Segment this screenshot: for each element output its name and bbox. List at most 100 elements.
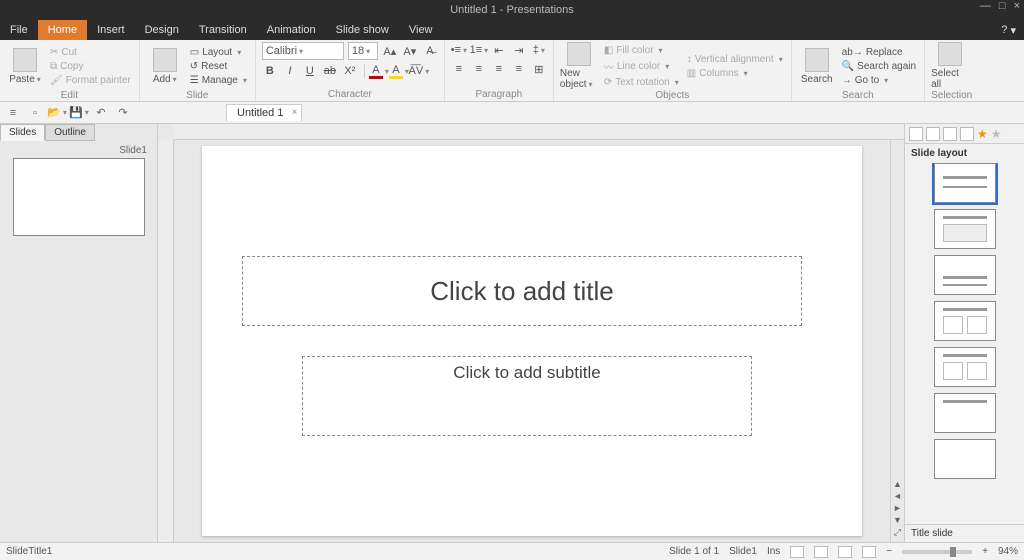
layout-tab-icon-4[interactable] <box>960 127 974 141</box>
layout-tab-icon-3[interactable] <box>943 127 957 141</box>
ribbon-group-selection: Select all Selection <box>925 40 978 101</box>
status-view-outline-icon[interactable] <box>814 546 828 558</box>
window-max-button[interactable]: □ <box>999 0 1006 12</box>
tab-slides[interactable]: Slides <box>0 124 45 141</box>
align-justify-button[interactable]: ≡ <box>511 61 527 77</box>
format-painter-button[interactable]: 🖌 Format painter <box>48 74 133 87</box>
qat-bullets-icon[interactable]: ≡ <box>4 104 22 122</box>
tab-outline[interactable]: Outline <box>45 124 95 141</box>
line-spacing-button[interactable]: ‡ <box>531 42 547 58</box>
vertical-align-button[interactable]: ↕ Vertical alignment <box>685 53 785 66</box>
layout-thumb-blank[interactable] <box>934 439 996 479</box>
menu-view[interactable]: View <box>399 20 443 40</box>
strike-button[interactable]: ab <box>322 63 338 79</box>
window-min-button[interactable]: — <box>980 0 991 12</box>
scroll-up-icon[interactable]: ▲ <box>893 479 902 489</box>
line-color-button[interactable]: 〰 Line color <box>602 58 681 75</box>
slide-layout-button[interactable]: ▭ Layout <box>188 46 249 59</box>
qat-redo-icon[interactable]: ↷ <box>114 104 132 122</box>
layout-thumb-title-slide[interactable] <box>934 163 996 203</box>
horizontal-ruler[interactable] <box>174 124 904 140</box>
subtitle-placeholder[interactable]: Click to add subtitle <box>302 356 752 436</box>
menu-animation[interactable]: Animation <box>257 20 326 40</box>
superscript-button[interactable]: X² <box>342 63 358 79</box>
zoom-level[interactable]: 94% <box>998 546 1018 557</box>
clear-format-button[interactable]: A̶ <box>422 43 438 59</box>
align-left-button[interactable]: ≡ <box>451 61 467 77</box>
numbering-button[interactable]: 1≡ <box>471 42 487 58</box>
fill-color-button[interactable]: ◧ Fill color <box>602 44 681 57</box>
copy-button[interactable]: ⧉ Copy <box>48 60 133 73</box>
layout-tab-icon-2[interactable] <box>926 127 940 141</box>
underline-button[interactable]: U <box>302 63 318 79</box>
outdent-button[interactable]: ⇤ <box>491 42 507 58</box>
paste-button[interactable]: Paste <box>6 42 44 90</box>
align-right-button[interactable]: ≡ <box>491 61 507 77</box>
font-color-button[interactable]: A <box>371 63 387 79</box>
slide-thumbnail-list: Slide1 <box>0 141 157 542</box>
shrink-font-button[interactable]: A▾ <box>402 43 418 59</box>
text-rotation-button[interactable]: ⟳ Text rotation <box>602 76 681 89</box>
scroll-next-icon[interactable]: ► <box>893 503 902 513</box>
menu-file[interactable]: File <box>0 20 38 40</box>
slide-reset-button[interactable]: ↺ Reset <box>188 60 249 73</box>
italic-button[interactable]: I <box>282 63 298 79</box>
menu-transition[interactable]: Transition <box>189 20 257 40</box>
layout-thumb-title-only[interactable] <box>934 393 996 433</box>
search-again-button[interactable]: 🔍 Search again <box>840 60 918 73</box>
tabs-button[interactable]: ⊞ <box>531 61 547 77</box>
replace-button[interactable]: ab→ Replace <box>840 46 918 59</box>
qat-save-icon[interactable]: 💾 <box>70 104 88 122</box>
status-view-sorter-icon[interactable] <box>838 546 852 558</box>
zoom-slider[interactable] <box>902 550 972 554</box>
menu-help[interactable]: ? ▾ <box>993 20 1024 40</box>
menu-home[interactable]: Home <box>38 20 87 40</box>
app-title: Untitled 1 - Presentations <box>450 4 574 16</box>
layout-thumb-comparison[interactable] <box>934 347 996 387</box>
zoom-out-button[interactable]: − <box>886 546 892 557</box>
qat-open-icon[interactable]: 📂 <box>48 104 66 122</box>
status-view-show-icon[interactable] <box>862 546 876 558</box>
indent-button[interactable]: ⇥ <box>511 42 527 58</box>
zoom-in-button[interactable]: + <box>982 546 988 557</box>
layout-tab-icon-1[interactable] <box>909 127 923 141</box>
star-outline-icon[interactable]: ★ <box>991 127 1002 141</box>
layout-thumb-section-header[interactable] <box>934 255 996 295</box>
search-button[interactable]: Search <box>798 42 836 90</box>
status-view-normal-icon[interactable] <box>790 546 804 558</box>
add-slide-button[interactable]: Add <box>146 42 184 90</box>
char-spacing-button[interactable]: A͞V <box>411 63 427 79</box>
qat-undo-icon[interactable]: ↶ <box>92 104 110 122</box>
grow-font-button[interactable]: A▴ <box>382 43 398 59</box>
qat-new-icon[interactable]: ▫ <box>26 104 44 122</box>
new-object-button[interactable]: New object <box>560 42 598 90</box>
vertical-ruler[interactable] <box>158 140 174 542</box>
star-icon[interactable]: ★ <box>977 127 988 141</box>
title-placeholder[interactable]: Click to add title <box>242 256 802 326</box>
layout-thumb-title-content[interactable] <box>934 209 996 249</box>
scroll-prev-icon[interactable]: ◄ <box>893 491 902 501</box>
bullets-button[interactable]: •≡ <box>451 42 467 58</box>
align-center-button[interactable]: ≡ <box>471 61 487 77</box>
bold-button[interactable]: B <box>262 63 278 79</box>
zoom-fit-icon[interactable]: ⤢ <box>894 527 901 538</box>
document-tab[interactable]: Untitled 1 × <box>226 104 302 121</box>
highlight-color-button[interactable]: A <box>391 63 407 79</box>
scroll-down-icon[interactable]: ▼ <box>893 515 902 525</box>
editor-scrollbar[interactable]: ▲ ◄ ► ▼ ⤢ <box>890 140 904 542</box>
slide-canvas[interactable]: Click to add title Click to add subtitle <box>202 146 862 536</box>
layout-thumb-two-content[interactable] <box>934 301 996 341</box>
slide-thumbnail-1[interactable] <box>13 158 145 236</box>
columns-button[interactable]: ▥ Columns <box>685 67 785 80</box>
select-all-button[interactable]: Select all <box>931 42 969 90</box>
goto-button[interactable]: → Go to <box>840 74 918 87</box>
menu-insert[interactable]: Insert <box>87 20 135 40</box>
font-size-select[interactable]: 18 <box>348 42 378 60</box>
font-name-select[interactable]: Calibri <box>262 42 344 60</box>
cut-button[interactable]: ✂ Cut <box>48 46 133 59</box>
menu-design[interactable]: Design <box>135 20 189 40</box>
window-close-button[interactable]: × <box>1014 0 1020 12</box>
document-tab-close-icon[interactable]: × <box>292 107 298 118</box>
slide-manage-button[interactable]: ☰ Manage <box>188 74 249 87</box>
menu-slideshow[interactable]: Slide show <box>326 20 399 40</box>
